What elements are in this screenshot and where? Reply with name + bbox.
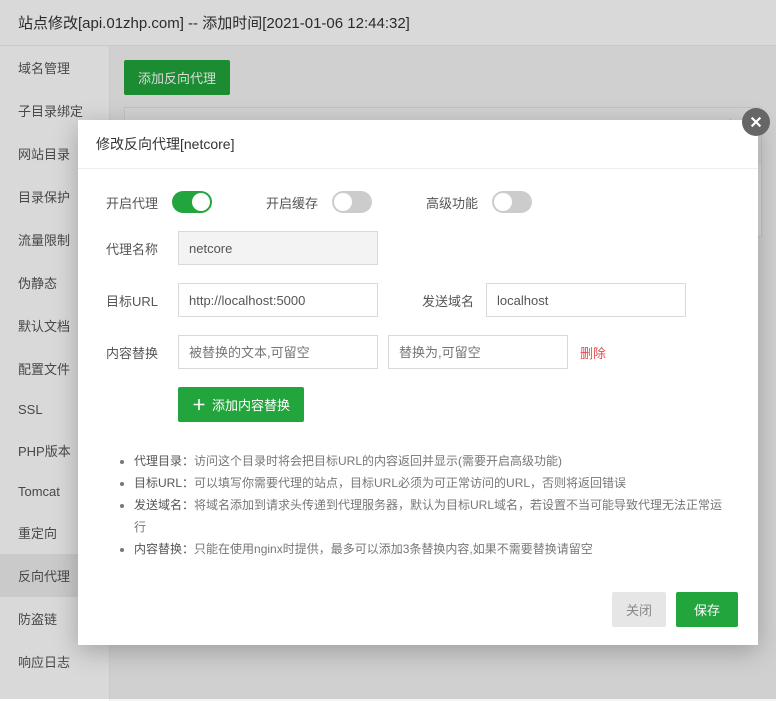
replace-delete-link[interactable]: 删除	[568, 343, 606, 362]
target-url-input[interactable]	[178, 283, 378, 317]
send-domain-input[interactable]	[486, 283, 686, 317]
add-replace-label: 添加内容替换	[212, 395, 290, 414]
send-domain-label: 发送域名	[404, 291, 474, 310]
close-icon[interactable]	[742, 108, 770, 136]
enable-cache-toggle[interactable]	[332, 191, 372, 213]
advanced-toggle[interactable]	[492, 191, 532, 213]
proxy-name-input[interactable]	[178, 231, 378, 265]
tips-list: 代理目录：访问这个目录时将会把目标URL的内容返回并显示(需要开启高级功能)目标…	[106, 440, 730, 570]
add-replace-button[interactable]: ＋ 添加内容替换	[178, 387, 304, 422]
tip-0: 代理目录：访问这个目录时将会把目标URL的内容返回并显示(需要开启高级功能)	[134, 450, 730, 472]
tip-2: 发送域名：将域名添加到请求头传递到代理服务器，默认为目标URL域名，若设置不当可…	[134, 494, 730, 538]
enable-proxy-toggle[interactable]	[172, 191, 212, 213]
tip-3: 内容替换：只能在使用nginx时提供，最多可以添加3条替换内容,如果不需要替换请…	[134, 538, 730, 560]
target-url-label: 目标URL	[106, 291, 178, 310]
close-button[interactable]: 关闭	[612, 592, 666, 627]
proxy-name-label: 代理名称	[106, 239, 178, 258]
enable-proxy-label: 开启代理	[106, 193, 158, 212]
enable-cache-label: 开启缓存	[266, 193, 318, 212]
save-button[interactable]: 保存	[676, 592, 738, 627]
tip-1: 目标URL：可以填写你需要代理的站点，目标URL必须为可正常访问的URL，否则将…	[134, 472, 730, 494]
replace-to-input[interactable]	[388, 335, 568, 369]
advanced-label: 高级功能	[426, 193, 478, 212]
content-replace-label: 内容替换	[106, 343, 178, 362]
replace-from-input[interactable]	[178, 335, 378, 369]
plus-icon: ＋	[192, 398, 206, 412]
reverse-proxy-modal: 修改反向代理[netcore] 开启代理 开启缓存 高级功能 代理名称 目标UR…	[78, 120, 758, 645]
modal-title: 修改反向代理[netcore]	[78, 120, 758, 169]
